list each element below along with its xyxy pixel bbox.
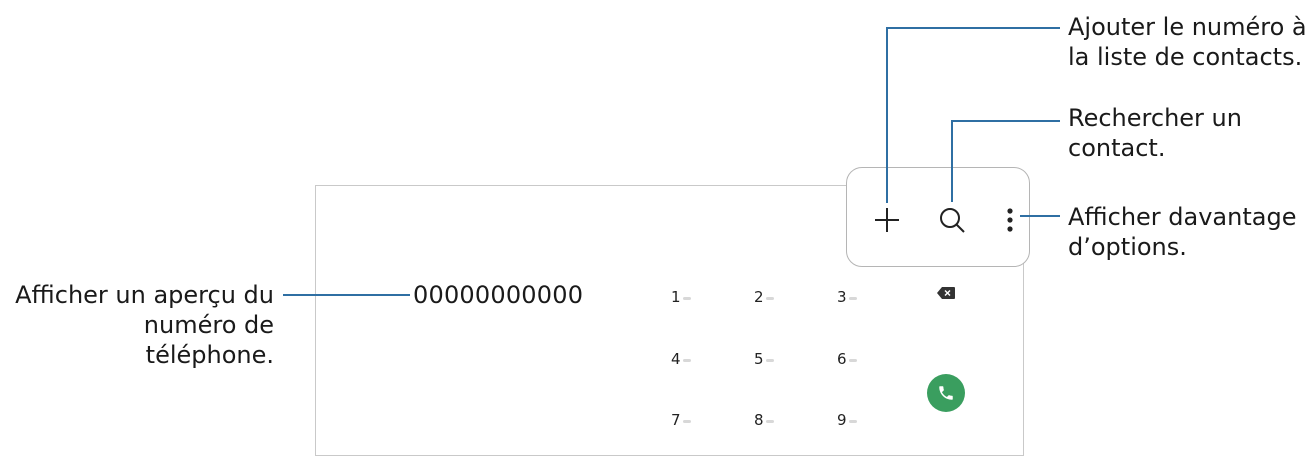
key-6[interactable]: 6: [837, 344, 877, 374]
phone-number-display: 00000000000: [413, 281, 584, 309]
key-4-letters: [682, 358, 691, 362]
callout-preview-line-3: téléphone.: [145, 341, 274, 369]
key-3[interactable]: 3: [837, 282, 877, 312]
callout-search-contact: Rechercher un contact.: [1068, 103, 1242, 163]
more-options-button[interactable]: [998, 201, 1022, 239]
add-contact-leader-horizontal: [886, 27, 1060, 29]
callout-add-contact-line-2: la liste de contacts.: [1068, 43, 1303, 71]
search-icon: [940, 208, 965, 233]
key-5-letters: [765, 358, 774, 362]
key-3-letters: [848, 296, 857, 300]
search-leader-vertical: [951, 120, 953, 202]
key-1-digit: 1: [671, 288, 681, 306]
search-button[interactable]: [933, 201, 971, 239]
key-3-digit: 3: [837, 288, 847, 306]
key-6-digit: 6: [837, 350, 847, 368]
key-1[interactable]: 1: [671, 282, 711, 312]
add-contact-leader-vertical: [886, 27, 888, 203]
more-options-leader: [1020, 215, 1060, 217]
preview-leader: [283, 294, 410, 296]
callout-preview-line-1: Afficher un aperçu du: [15, 281, 274, 309]
key-8-letters: [765, 419, 774, 423]
key-5[interactable]: 5: [754, 344, 794, 374]
more-options-icon: [1007, 208, 1013, 232]
search-leader-horizontal: [951, 120, 1060, 122]
callout-preview-number: Afficher un aperçu du numéro de téléphon…: [15, 280, 274, 370]
key-8[interactable]: 8: [754, 405, 794, 435]
voicemail-icon: [682, 296, 691, 300]
callout-more-line-1: Afficher davantage: [1068, 203, 1297, 231]
key-4[interactable]: 4: [671, 344, 711, 374]
key-6-letters: [848, 358, 857, 362]
callout-add-contact: Ajouter le numéro à la liste de contacts…: [1068, 12, 1307, 72]
key-2-letters: [765, 296, 774, 300]
phone-icon: [939, 386, 953, 400]
key-2-digit: 2: [754, 288, 764, 306]
key-7-digit: 7: [671, 411, 681, 429]
callout-search-line-1: Rechercher un: [1068, 104, 1242, 132]
key-2[interactable]: 2: [754, 282, 794, 312]
call-button[interactable]: [927, 374, 965, 412]
key-7[interactable]: 7: [671, 405, 711, 435]
key-9[interactable]: 9: [837, 405, 877, 435]
key-9-letters: [848, 419, 857, 423]
key-8-digit: 8: [754, 411, 764, 429]
callout-more-line-2: d’options.: [1068, 233, 1187, 261]
backspace-icon: [937, 287, 955, 299]
key-5-digit: 5: [754, 350, 764, 368]
backspace-button[interactable]: [937, 284, 955, 299]
callout-search-line-2: contact.: [1068, 134, 1166, 162]
key-9-digit: 9: [837, 411, 847, 429]
key-7-letters: [682, 419, 691, 423]
callout-add-contact-line-1: Ajouter le numéro à: [1068, 13, 1307, 41]
plus-icon: [875, 208, 899, 232]
callout-preview-line-2: numéro de: [143, 311, 274, 339]
add-contact-button[interactable]: [868, 201, 906, 239]
key-4-digit: 4: [671, 350, 681, 368]
callout-more-options: Afficher davantage d’options.: [1068, 202, 1296, 262]
